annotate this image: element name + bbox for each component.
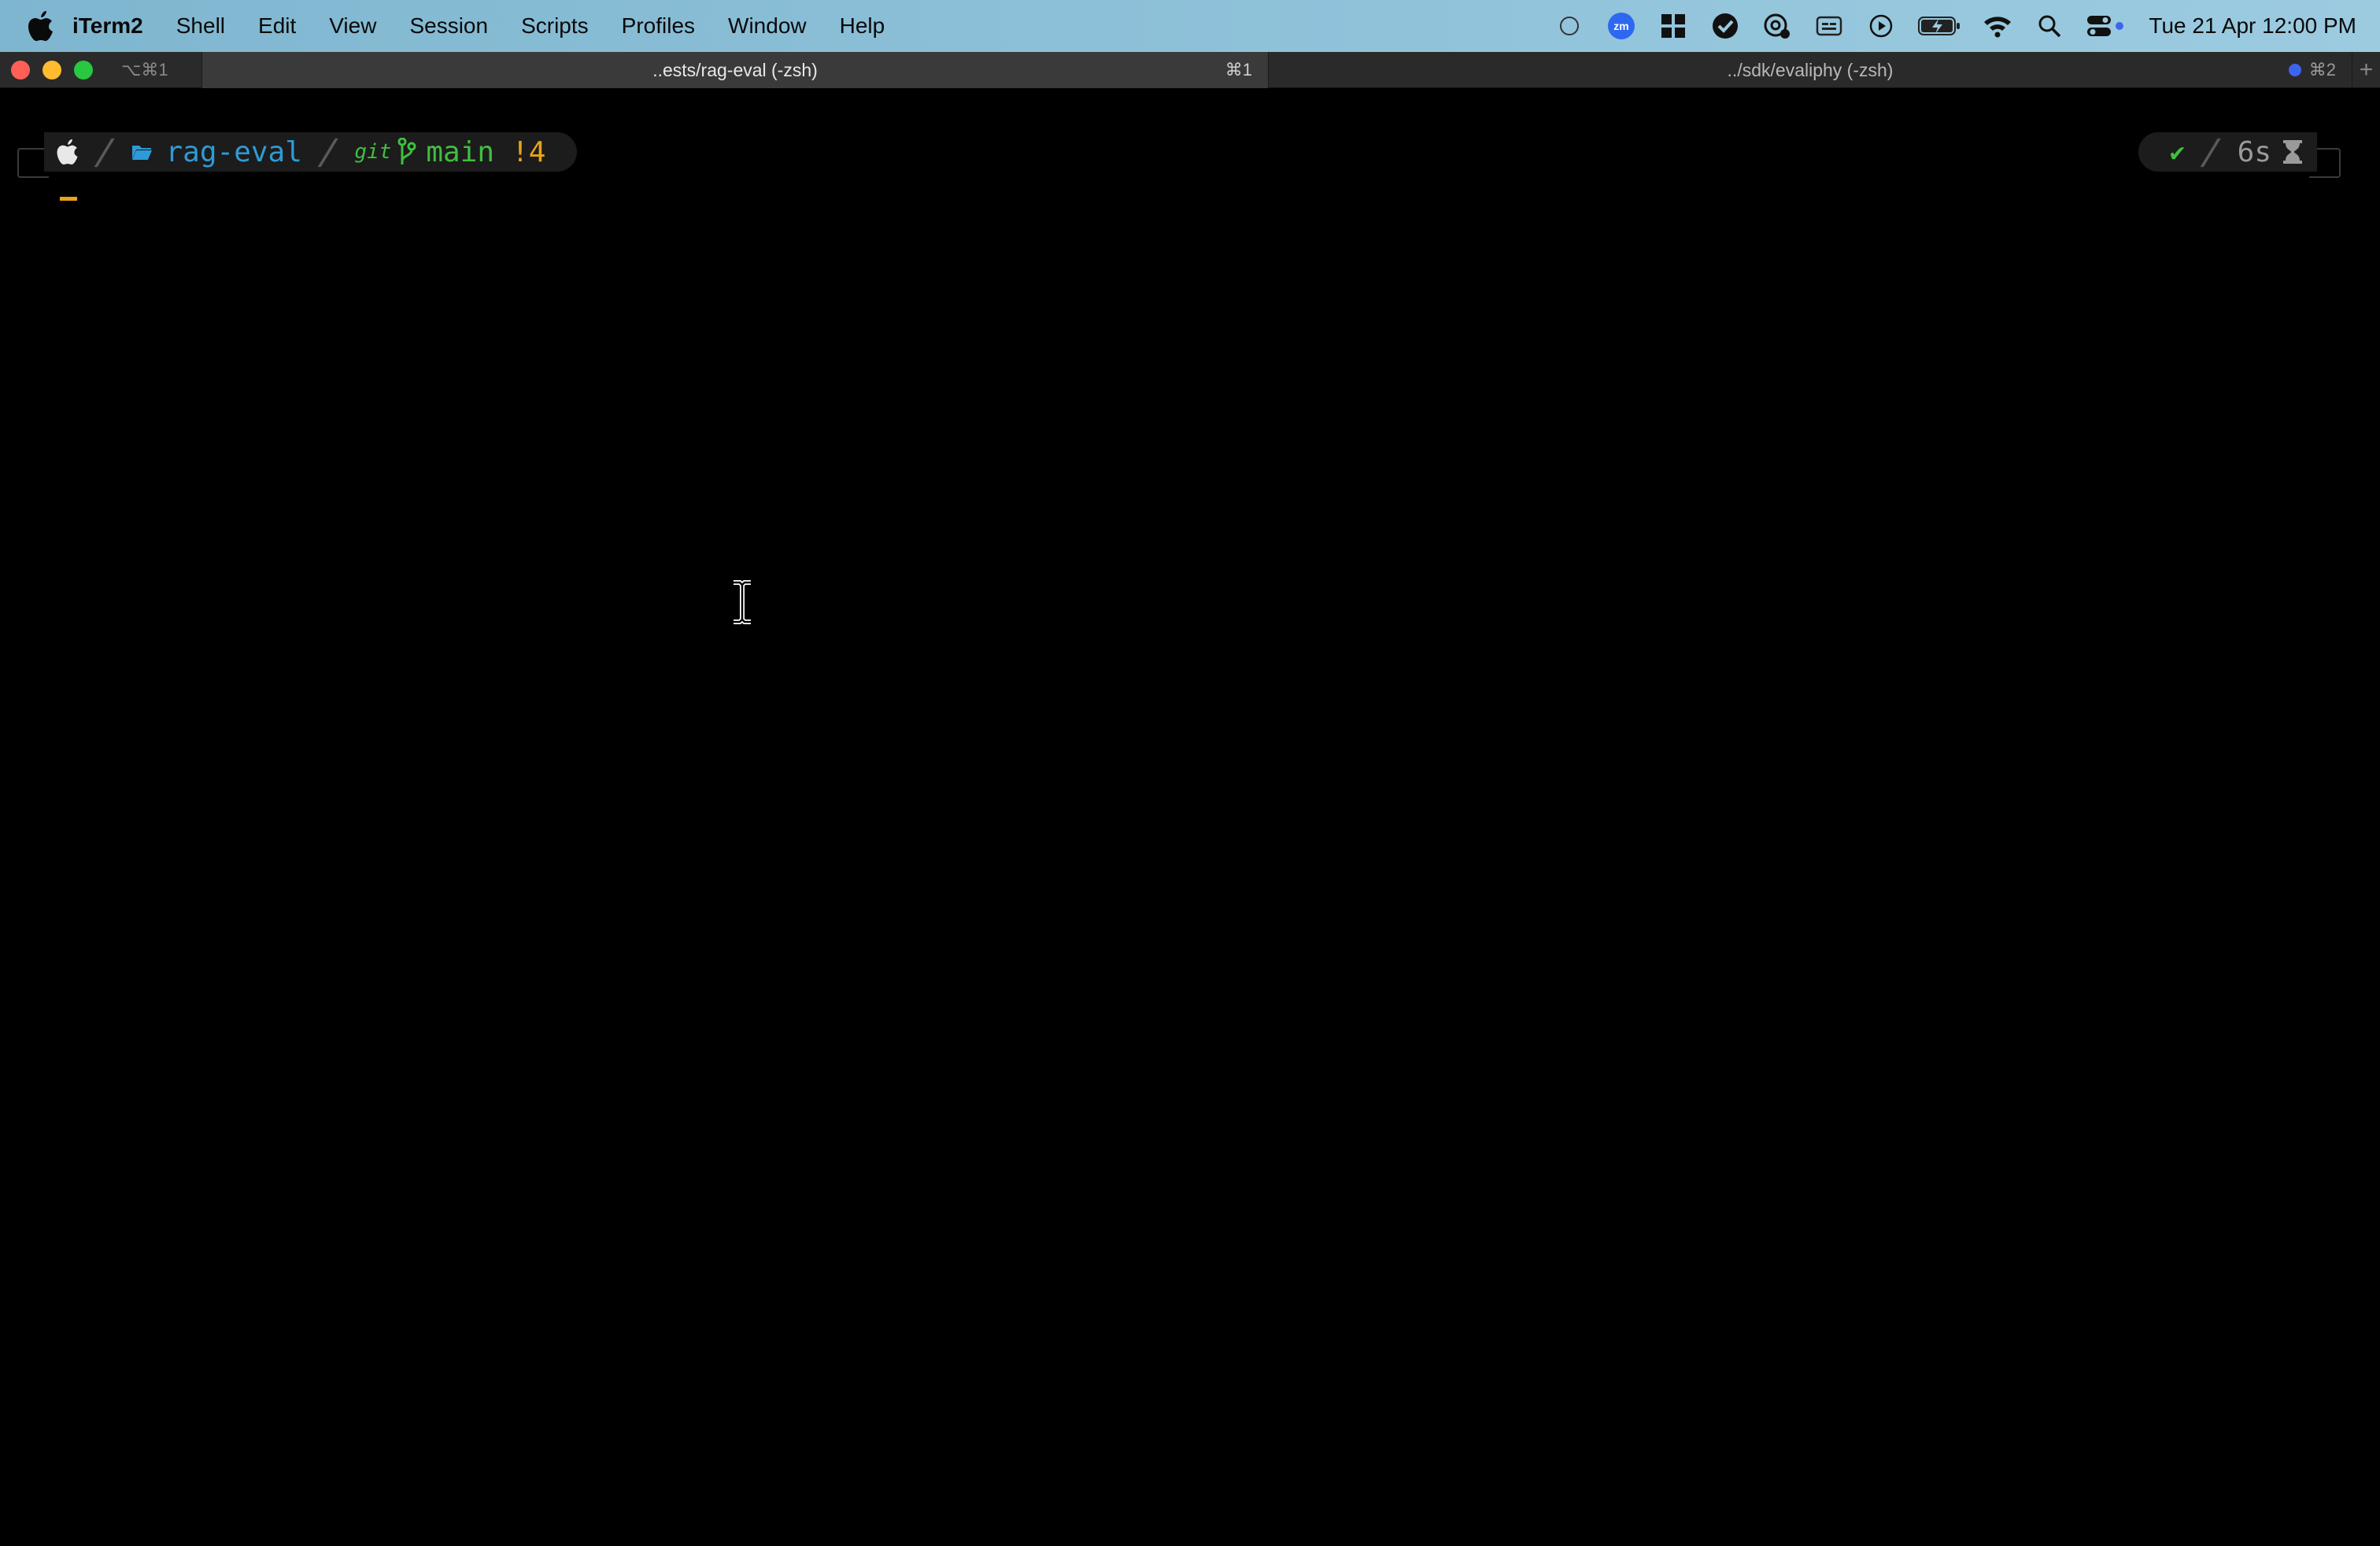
tab-title: ../sdk/evaliphy (-zsh)	[1727, 59, 1894, 80]
activity-dot-icon	[2288, 64, 2301, 76]
status-area: zm Tue 21 Apr 12:00 PM	[1533, 0, 2356, 52]
window-controls	[11, 60, 105, 80]
prompt-left-segment: / rag-eval / git main !4	[44, 131, 578, 172]
menu-profiles[interactable]: Profiles	[605, 0, 711, 52]
window-shortcut-label: ⌥⌘1	[121, 59, 168, 80]
tab-shortcut-wrap: ⌘2	[2288, 60, 2336, 80]
zoom-window-button[interactable]	[74, 60, 93, 80]
apple-menu-icon[interactable]	[17, 0, 65, 52]
tab-shortcut: ⌘1	[1225, 60, 1252, 80]
battery-charging-icon[interactable]	[1917, 10, 1961, 42]
grid-app-icon[interactable]	[1658, 10, 1689, 42]
tab-shortcut: ⌘2	[2308, 60, 2336, 80]
menu-clock[interactable]: Tue 21 Apr 12:00 PM	[2149, 13, 2356, 39]
menu-session[interactable]: Session	[393, 0, 504, 52]
menu-help[interactable]: Help	[823, 0, 902, 52]
command-duration: 6s	[2237, 135, 2271, 168]
menu-shell[interactable]: Shell	[160, 0, 242, 52]
segment-separator: /	[2197, 131, 2225, 172]
new-tab-button[interactable]: +	[2352, 52, 2380, 88]
menu-edit[interactable]: Edit	[242, 0, 312, 52]
ibeam-cursor-icon	[730, 580, 754, 624]
tab-rag-eval[interactable]: ..ests/rag-eval (-zsh) ⌘1	[201, 52, 1269, 88]
terminal-cursor	[60, 197, 77, 201]
apple-icon	[57, 139, 79, 165]
app-menu-iterm2[interactable]: iTerm2	[65, 0, 160, 52]
menu-view[interactable]: View	[312, 0, 393, 52]
git-segment: git main !4	[354, 136, 545, 168]
caption-icon[interactable]	[1813, 10, 1845, 42]
zoom-icon[interactable]: zm	[1606, 10, 1637, 42]
git-dirty-count: !4	[512, 135, 546, 168]
circle-status-icon[interactable]	[1554, 10, 1585, 42]
segment-separator: /	[315, 131, 342, 172]
segment-separator: /	[91, 131, 119, 172]
vpn-icon[interactable]	[1761, 10, 1793, 42]
prompt-right-segment: ✔ / 6s	[2138, 132, 2317, 172]
minimize-window-button[interactable]	[42, 60, 61, 80]
tab-bar: ⌥⌘1 ..ests/rag-eval (-zsh) ⌘1 ../sdk/eva…	[0, 52, 2380, 88]
tab-evaliphy[interactable]: ../sdk/evaliphy (-zsh) ⌘2	[1269, 52, 2352, 88]
control-center-icon[interactable]	[2086, 10, 2125, 42]
menu-bar: iTerm2 Shell Edit View Session Scripts P…	[0, 0, 2380, 52]
checkmark-circle-icon[interactable]	[1709, 10, 1741, 42]
zoom-label: zm	[1614, 20, 1629, 32]
directory-segment: rag-eval	[131, 136, 302, 168]
terminal-session[interactable]: / rag-eval / git main !4 ✔ / 6s	[0, 88, 2380, 1546]
wifi-icon[interactable]	[1982, 10, 2013, 42]
hourglass-icon	[2282, 139, 2303, 165]
play-circle-icon[interactable]	[1865, 10, 1897, 42]
git-label: git	[354, 140, 392, 164]
menu-scripts[interactable]: Scripts	[504, 0, 605, 52]
git-branch-name: main	[426, 135, 495, 168]
status-ok-icon: ✔	[2169, 137, 2186, 167]
folder-icon	[131, 146, 152, 160]
tab-title: ..ests/rag-eval (-zsh)	[652, 59, 818, 80]
close-window-button[interactable]	[11, 60, 30, 80]
spotlight-search-icon[interactable]	[2034, 10, 2065, 42]
directory-name: rag-eval	[165, 135, 302, 168]
menu-window[interactable]: Window	[711, 0, 823, 52]
git-branch-icon	[397, 138, 416, 165]
